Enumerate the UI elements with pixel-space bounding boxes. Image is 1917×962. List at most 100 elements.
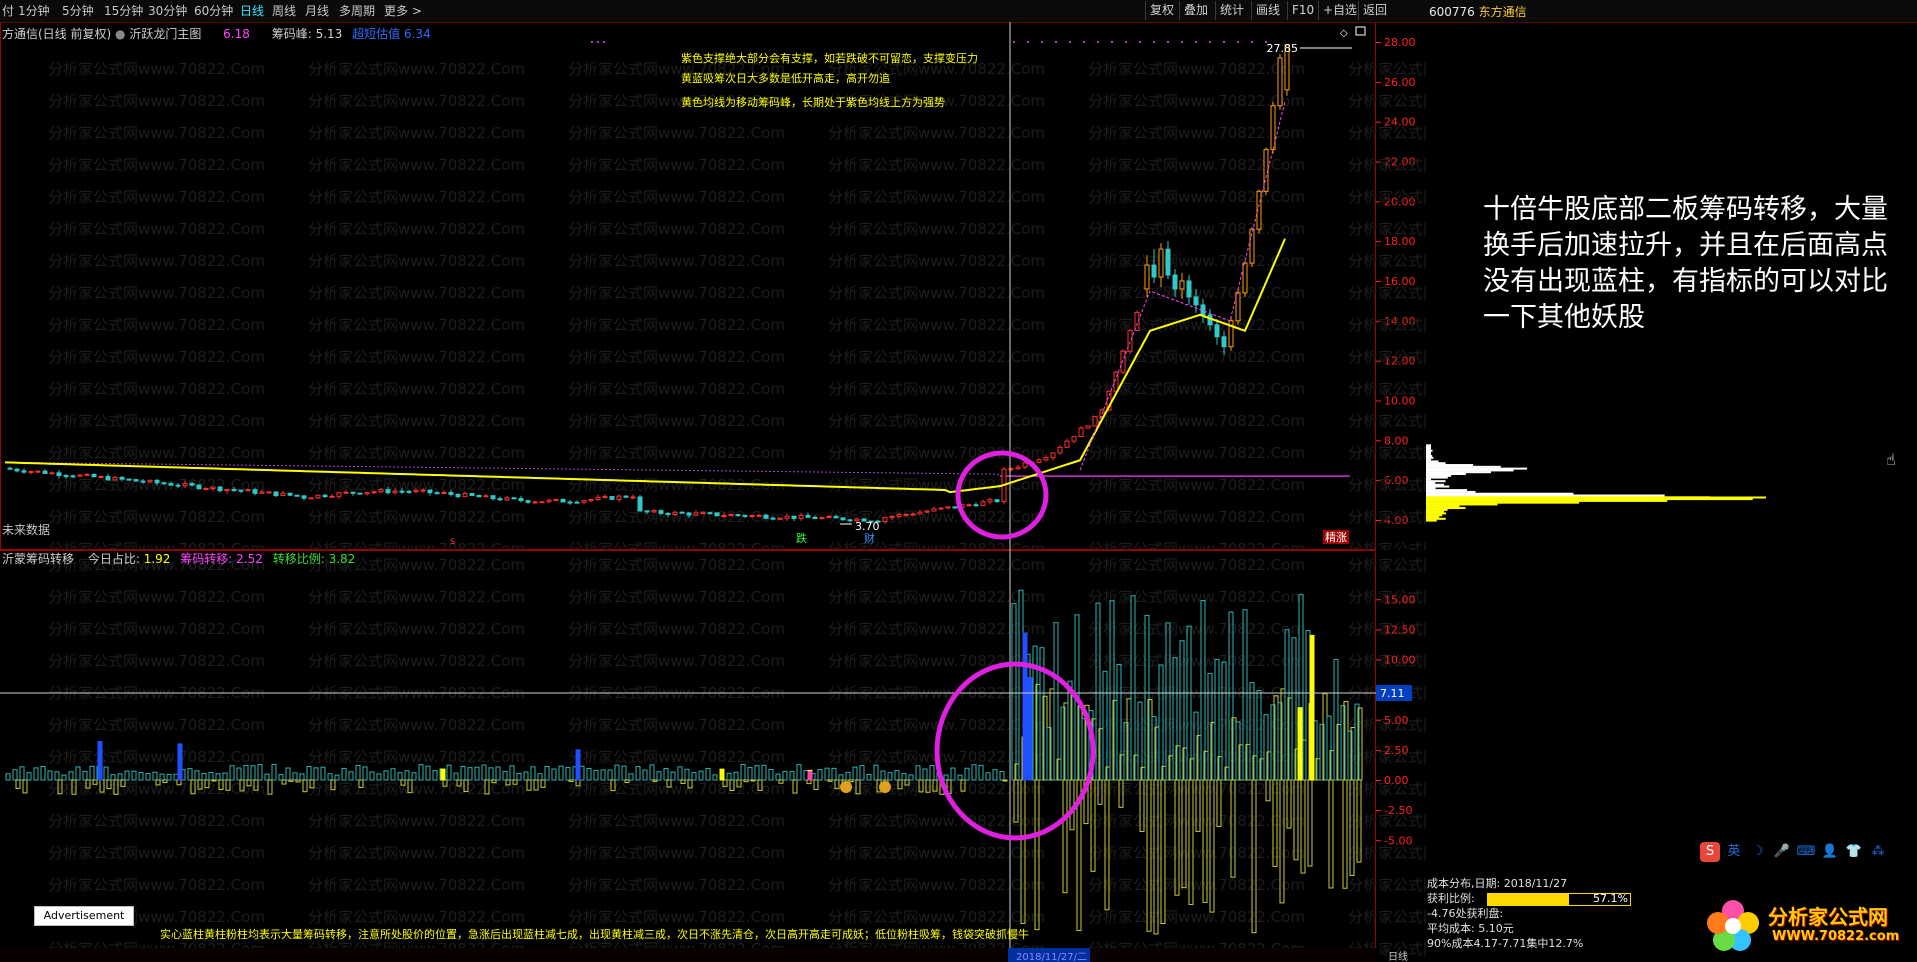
signal-dot [1097,41,1099,43]
candle-body [378,489,384,493]
watermark-text: 分析家公式网www.70822.Com [308,348,525,366]
watermark-text: 分析家公式网www.70822.Com [308,188,525,206]
ime-icon-5[interactable]: 👤 [1820,842,1840,862]
transfer-bar [222,772,228,781]
transfer-bar [390,768,396,781]
transfer-bar [733,771,739,781]
transfer-bar [523,771,529,781]
ime-toolbar[interactable]: S 英 ☽ 🎤 ⌨ 👤 👕 ⁂ [1700,842,1910,864]
transfer-bar [540,779,546,788]
watermark-text: 分析家公式网www.70822.Com [308,812,525,830]
transfer-bar [211,779,217,782]
chip-transfer-chart[interactable]: 分析家公式网www.70822.Com 分析家公式网www.70822.Com 分析… [0,550,1426,962]
transfer-bar [509,765,515,781]
chip-distribution-bar [1426,447,1431,450]
candle-body [924,510,930,513]
toolbar-button-6[interactable]: 返回 [1358,1,1391,20]
candle-body [301,495,307,499]
candle-body [1064,440,1070,448]
ime-icon-7[interactable]: ⁂ [1868,842,1888,862]
transfer-bar [292,772,298,781]
period-tab-0[interactable]: 付 [2,3,14,19]
signal-dot [1041,41,1043,43]
ime-icon-2[interactable]: ☽ [1748,842,1768,862]
signal-dot [1167,41,1169,43]
transfer-bar [281,779,287,785]
period-tab-4[interactable]: 30分钟 [148,3,187,19]
toolbar-button-2[interactable]: 统计 [1215,1,1248,20]
transfer-bar [670,771,676,781]
period-tab-3[interactable]: 15分钟 [104,3,143,19]
watermark-text: 分析家公式网www.70822.Com [48,252,265,270]
chip-distribution-bar [1426,510,1444,513]
period-tab-8[interactable]: 月线 [305,3,329,19]
transfer-bar [719,768,725,781]
candle-body [42,470,48,474]
watermark-text: 分析家公式网www.70822.Com [568,556,785,574]
watermark-text: 分析家公式网www.70822.Com [308,540,525,550]
candle-body [1127,329,1133,352]
signal-dot [1223,41,1225,43]
period-tab-1[interactable]: 1分钟 [18,3,50,19]
candle-body [1057,446,1063,454]
transfer-bar [740,764,746,781]
period-tab-6[interactable]: 日线 [240,3,264,19]
signal-dot [1209,41,1211,43]
transfer-bar [813,779,819,790]
toolbar-button-1[interactable]: 叠加 [1179,1,1212,20]
watermark-text: 分析家公式网www.70822.Com [48,316,265,334]
candle-body [343,491,349,494]
ime-icon-1[interactable]: 英 [1724,842,1744,862]
transfer-bar [537,773,543,781]
transfer-bar [768,769,774,781]
transfer-bar [1309,634,1315,781]
chip-transfer-label: 筹码转移: [180,552,233,566]
chip-distribution-panel[interactable]: ☝ [1426,22,1917,962]
transfer-bar [684,768,690,781]
candle-body [833,516,839,519]
period-tab-5[interactable]: 60分钟 [194,3,233,19]
future-data-label: 未来数据 [2,523,51,537]
candle-body [973,504,979,507]
period-tab-7[interactable]: 周线 [272,3,296,19]
profit-ratio-fill [1488,894,1570,905]
toolbar-button-3[interactable]: 画线 [1251,1,1284,20]
candle-body [462,493,468,498]
ime-icon-0[interactable]: S [1700,842,1720,862]
watermark-text: 分析家公式网www.70822.Com [48,124,265,142]
ime-icon-3[interactable]: 🎤 [1772,842,1792,862]
candle-body [763,514,769,519]
candle-body [497,498,503,501]
transfer-bar [593,769,599,781]
candle-body [350,491,356,494]
toolbar-button-0[interactable]: 复权 [1145,1,1178,20]
watermark-text: 分析家公式网www.70822.Com [48,844,265,862]
period-tab-2[interactable]: 5分钟 [62,3,94,19]
candle-body [707,512,713,515]
toolbar-button-4[interactable]: F10 [1287,1,1318,20]
period-tab-10[interactable]: 更多 > [384,3,422,19]
candle-body [273,491,279,497]
lower-tick [1376,810,1381,812]
maximize-icon[interactable] [1355,26,1366,36]
watermark-text: 分析家公式网www.70822.Com [1088,508,1305,526]
candle-body [735,514,741,517]
lower-axis-label: -5.00 [1384,834,1412,847]
transfer-bar [33,767,39,781]
candle-body [189,483,195,486]
transfer-ratio-value: 3.82 [328,552,356,566]
transfer-bar [649,764,655,781]
watermark-text: 分析家公式网www.70822.Com [1348,348,1426,366]
candle-body [168,483,174,486]
lower-axis-label: 0.00 [1384,774,1409,787]
candle-body [938,507,944,510]
ime-icon-6[interactable]: 👕 [1844,842,1864,862]
advertisement-tag[interactable]: Advertisement [34,906,134,926]
transfer-bar [481,764,487,781]
period-tab-9[interactable]: 多周期 [339,3,375,19]
candle-body [336,492,342,497]
toolbar-button-5[interactable]: +自选 [1318,1,1361,20]
ime-icon-4[interactable]: ⌨ [1796,842,1816,862]
candle-body [952,506,958,509]
watermark-text: 分析家公式网www.70822.Com [828,876,1045,894]
